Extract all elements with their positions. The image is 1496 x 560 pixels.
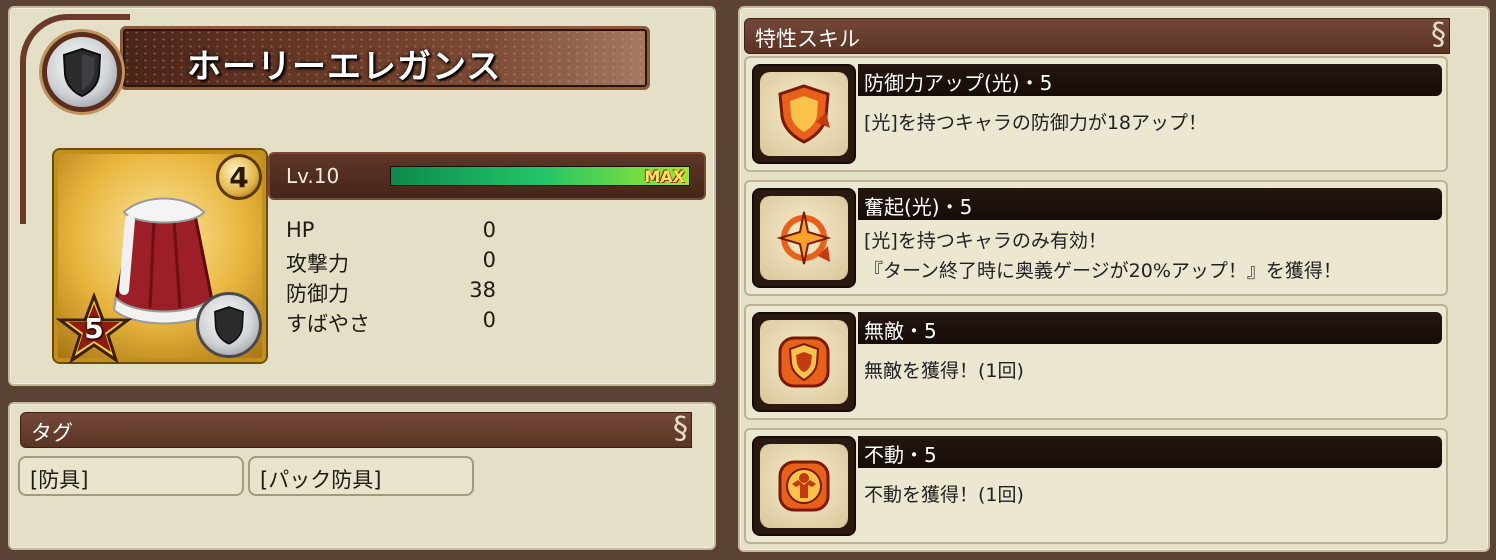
skill-card[interactable]: 無敵・5 無敵を獲得！(1回) bbox=[744, 304, 1448, 420]
skill-description-line: 無敵を獲得！(1回) bbox=[864, 360, 1024, 382]
stat-row-attack: 攻撃力 0 bbox=[286, 248, 496, 278]
level-label: Lv.10 bbox=[286, 164, 340, 188]
skill-description: [光]を持つキャラの防御力が18アップ！ bbox=[864, 108, 1434, 138]
tag-chip[interactable]: [防具] bbox=[18, 456, 244, 496]
level-gauge: MAX bbox=[390, 166, 690, 186]
stat-label: HP bbox=[286, 218, 315, 242]
skill-title: 無敵・5 bbox=[858, 312, 1442, 344]
skill-header-label: 特性スキル bbox=[755, 27, 860, 51]
skill-title: 不動・5 bbox=[858, 436, 1442, 468]
skill-card[interactable]: 奮起(光)・5 [光]を持つキャラのみ有効！ 『ターン終了時に奥義ゲージが20%… bbox=[744, 180, 1448, 296]
stat-row-defense: 防御力 38 bbox=[286, 278, 496, 308]
shield-icon bbox=[196, 292, 262, 358]
skill-section-header: 特性スキル § bbox=[744, 18, 1450, 54]
skill-description: 無敵を獲得！(1回) bbox=[864, 356, 1434, 386]
armor-type-shield-icon bbox=[42, 32, 122, 112]
tag-header-label: タグ bbox=[31, 421, 73, 445]
shield-up-icon bbox=[760, 72, 848, 156]
skill-card[interactable]: 防御力アップ(光)・5 [光]を持つキャラの防御力が18アップ！ bbox=[744, 56, 1448, 172]
item-detail-panel: ホーリーエレガンス 4 5 Lv.10 MAX HP 0 攻撃力 0 防御力 3… bbox=[8, 6, 716, 386]
stat-value: 0 bbox=[482, 308, 496, 332]
star-icon: 5 bbox=[55, 291, 133, 368]
skill-description-line: [光]を持つキャラの防御力が18アップ！ bbox=[864, 112, 1208, 134]
skill-icon-frame bbox=[752, 312, 856, 412]
title-plate: ホーリーエレガンス bbox=[120, 26, 650, 90]
max-badge: MAX bbox=[644, 167, 685, 186]
tag-panel: タグ § [防具] [パック防具] bbox=[8, 402, 716, 550]
tag-chip[interactable]: [パック防具] bbox=[248, 456, 474, 496]
rally-icon bbox=[760, 196, 848, 280]
skill-title: 防御力アップ(光)・5 bbox=[858, 64, 1442, 96]
skill-description-line: 不動を獲得！(1回) bbox=[864, 484, 1024, 506]
skill-panel: 特性スキル § 防御力アップ(光)・5 [光]を持つキャラの防御力が18アップ！ bbox=[738, 6, 1490, 552]
stat-value: 0 bbox=[482, 218, 496, 242]
skill-description-line: [光]を持つキャラのみ有効！ bbox=[864, 230, 1107, 252]
rarity-badge: 4 bbox=[216, 154, 262, 200]
stat-label: 防御力 bbox=[286, 282, 349, 306]
skill-title: 奮起(光)・5 bbox=[858, 188, 1442, 220]
skill-description-line: 『ターン終了時に奥義ゲージが20%アップ！』を獲得！ bbox=[864, 260, 1342, 282]
stat-value: 38 bbox=[469, 278, 496, 302]
immovable-icon bbox=[760, 444, 848, 528]
stat-label: 攻撃力 bbox=[286, 252, 349, 276]
stat-row-hp: HP 0 bbox=[286, 218, 496, 248]
item-card[interactable]: 4 5 bbox=[54, 150, 266, 364]
skill-icon-frame bbox=[752, 64, 856, 164]
skill-description: 不動を獲得！(1回) bbox=[864, 480, 1434, 510]
level-bar: Lv.10 MAX bbox=[268, 152, 706, 200]
scroll-curl-icon: § bbox=[1431, 17, 1446, 52]
stat-value: 0 bbox=[482, 248, 496, 272]
scroll-curl-icon: § bbox=[673, 411, 688, 446]
invincible-icon bbox=[760, 320, 848, 404]
stat-row-speed: すばやさ 0 bbox=[286, 308, 496, 338]
skill-description: [光]を持つキャラのみ有効！ 『ターン終了時に奥義ゲージが20%アップ！』を獲得… bbox=[864, 226, 1434, 286]
stats-list: HP 0 攻撃力 0 防御力 38 すばやさ 0 bbox=[286, 218, 496, 338]
skill-card[interactable]: 不動・5 不動を獲得！(1回) bbox=[744, 428, 1448, 544]
item-name: ホーリーエレガンス bbox=[187, 47, 502, 87]
tag-section-header: タグ § bbox=[20, 412, 692, 448]
star-count: 5 bbox=[84, 312, 104, 345]
item-title-banner: ホーリーエレガンス bbox=[20, 14, 650, 224]
skill-icon-frame bbox=[752, 188, 856, 288]
skill-icon-frame bbox=[752, 436, 856, 536]
stat-label: すばやさ bbox=[286, 312, 370, 336]
